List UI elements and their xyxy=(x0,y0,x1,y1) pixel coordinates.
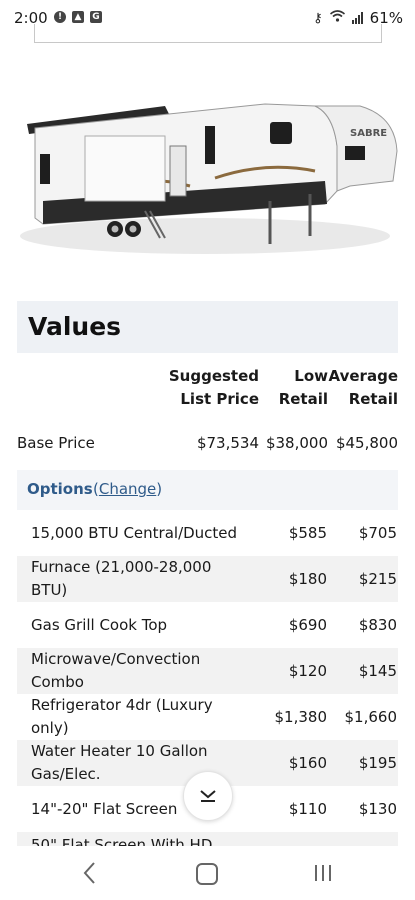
base-price-average: $45,800 xyxy=(335,434,398,452)
option-average-retail: $195 xyxy=(358,754,397,772)
column-header-line: Average xyxy=(328,367,398,385)
option-low-retail: $585 xyxy=(288,524,327,542)
scroll-down-button[interactable] xyxy=(183,771,233,821)
option-row: 15,000 BTU Central/Ducted $585 $705 xyxy=(17,510,398,556)
values-section-header: Values xyxy=(17,301,398,353)
option-row: Furnace (21,000-28,000 BTU) $180 $215 xyxy=(17,556,398,602)
option-row: Gas Grill Cook Top $690 $830 xyxy=(17,602,398,648)
option-average-retail: $705 xyxy=(358,524,397,542)
values-title: Values xyxy=(28,312,122,341)
options-header: Options (Change) xyxy=(17,470,398,510)
back-icon[interactable] xyxy=(80,860,100,886)
option-name: 15,000 BTU Central/Ducted xyxy=(31,523,238,542)
change-options-link[interactable]: Change xyxy=(99,480,156,498)
column-header-average-retail: Average Retail xyxy=(329,365,398,411)
image-icon: ▲ xyxy=(72,11,84,23)
navigation-bar xyxy=(0,846,415,900)
option-low-retail: $690 xyxy=(288,616,327,634)
change-options-link-wrapper: (Change) xyxy=(93,480,162,498)
base-price-low: $38,000 xyxy=(265,434,328,452)
recent-apps-icon[interactable] xyxy=(312,862,334,884)
svg-text:SABRE: SABRE xyxy=(350,128,387,139)
home-icon[interactable] xyxy=(196,863,218,885)
options-label: Options xyxy=(27,480,93,498)
option-low-retail: $180 xyxy=(288,570,327,588)
gallery-icon: G xyxy=(90,11,102,23)
option-name: Refrigerator 4dr (Luxury only) xyxy=(31,696,213,737)
column-header-low-retail: Low Retail xyxy=(279,365,328,411)
paren-close: ) xyxy=(156,480,163,498)
signal-icon xyxy=(351,12,363,24)
option-average-retail: $830 xyxy=(358,616,397,634)
option-name: Microwave/Convection Combo xyxy=(31,650,201,691)
column-header-line: Suggested xyxy=(168,367,259,385)
column-header-suggested-list-price: Suggested List Price xyxy=(169,365,259,411)
content-frame-edge xyxy=(34,24,382,43)
option-row: Refrigerator 4dr (Luxury only) $1,380 $1… xyxy=(17,694,398,740)
rv-image: SABRE xyxy=(15,86,400,266)
alert-icon: ! xyxy=(54,11,66,23)
option-name: Gas Grill Cook Top xyxy=(31,615,168,634)
option-low-retail: $110 xyxy=(288,800,327,818)
column-header-line: List Price xyxy=(180,390,259,408)
column-header-line: Retail xyxy=(348,390,398,408)
option-name: Furnace (21,000-28,000 BTU) xyxy=(31,558,212,599)
column-header-line: Retail xyxy=(278,390,328,408)
base-price-suggested: $73,534 xyxy=(196,434,259,452)
option-average-retail: $215 xyxy=(358,570,397,588)
option-low-retail: $120 xyxy=(288,662,327,680)
option-low-retail: $160 xyxy=(288,754,327,772)
chevron-down-icon xyxy=(200,790,216,802)
notification-icons: ! ▲ G xyxy=(54,11,102,23)
option-row: Microwave/Convection Combo $120 $145 xyxy=(17,648,398,694)
option-average-retail: $130 xyxy=(358,800,397,818)
option-average-retail: $145 xyxy=(358,662,397,680)
column-header-line: Low xyxy=(294,367,328,385)
base-price-label: Base Price xyxy=(17,434,95,452)
option-low-retail: $1,380 xyxy=(274,708,328,726)
option-average-retail: $1,660 xyxy=(344,708,398,726)
